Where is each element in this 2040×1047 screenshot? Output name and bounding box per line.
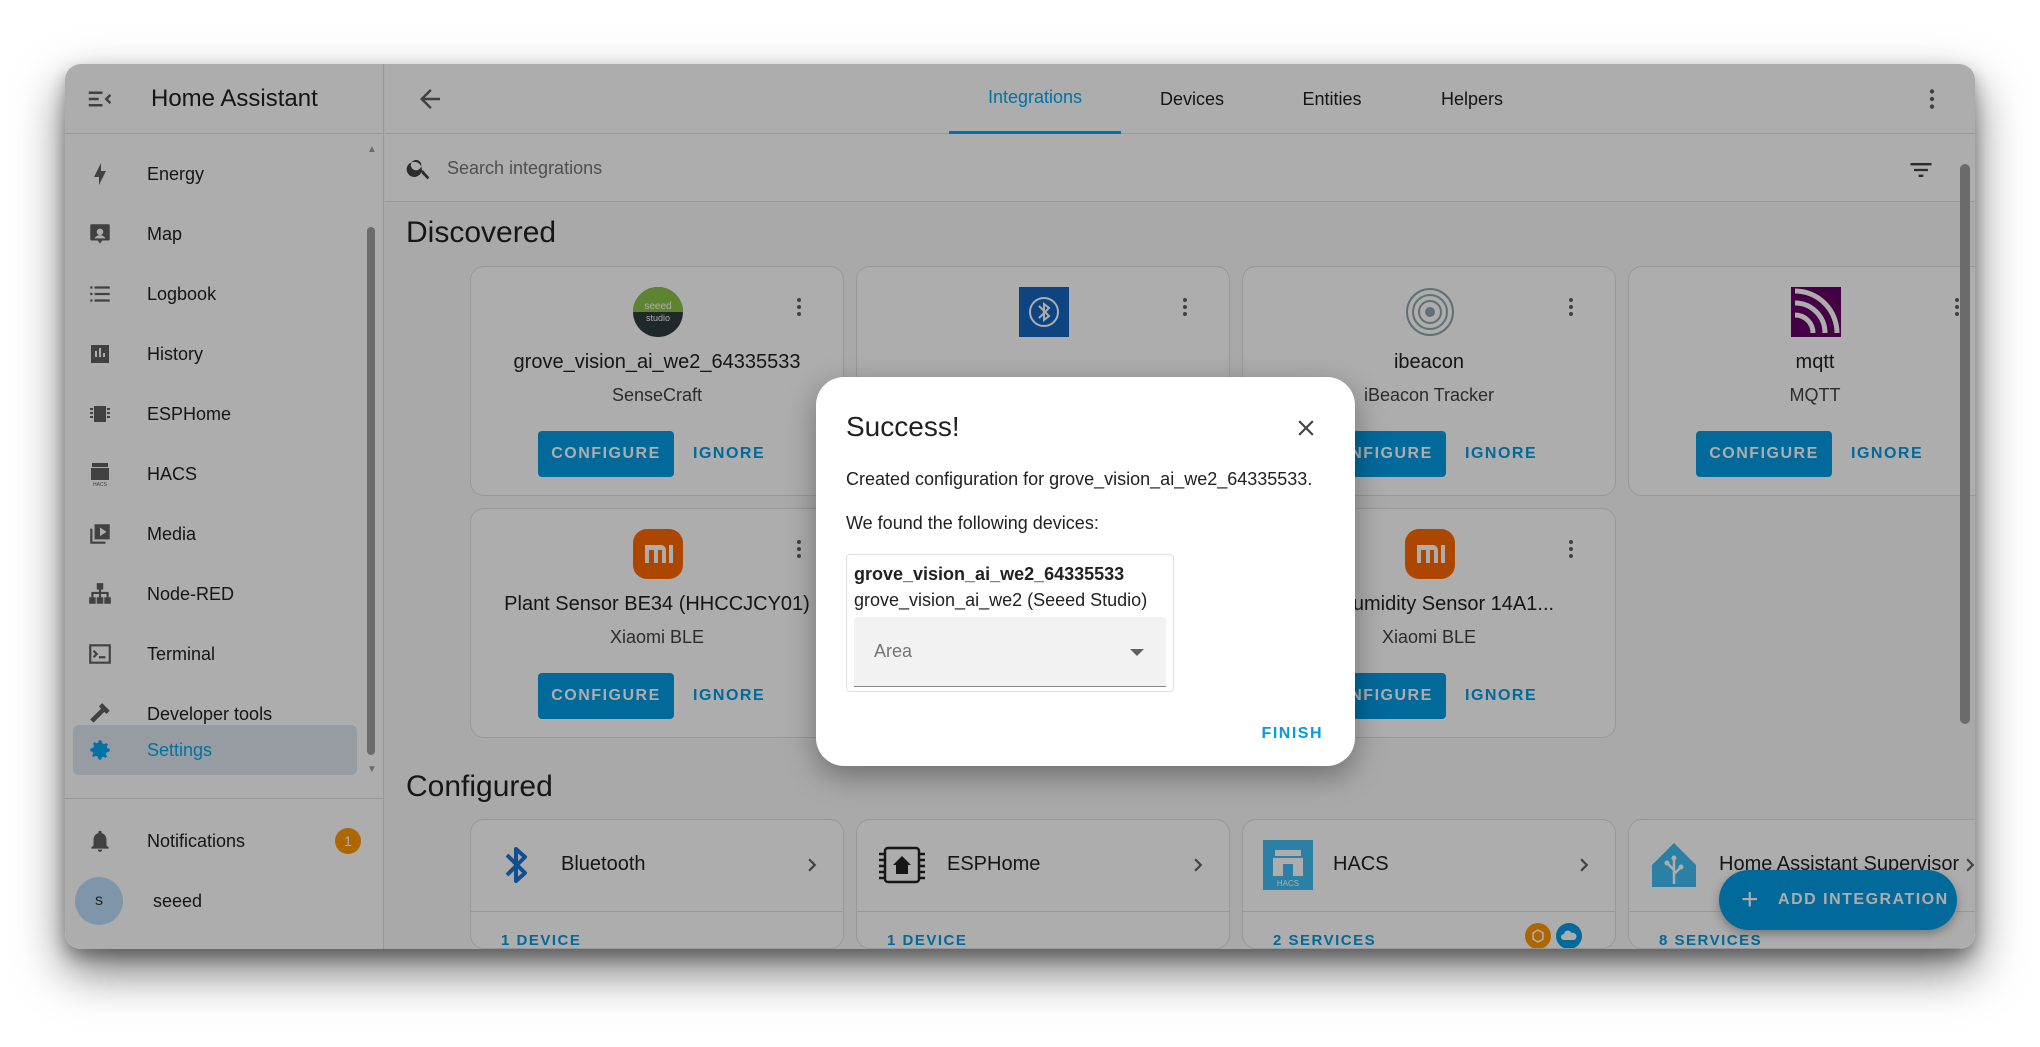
- dropdown-caret-icon: [1130, 649, 1144, 656]
- app-window: Home Assistant Energy Map Logbook Histor…: [65, 64, 1975, 949]
- dialog-message: Created configuration for grove_vision_a…: [846, 469, 1313, 489]
- device-model: grove_vision_ai_we2 (Seeed Studio): [854, 590, 1148, 610]
- device-name: grove_vision_ai_we2_64335533: [854, 564, 1125, 584]
- close-icon[interactable]: [1293, 415, 1319, 441]
- dialog-devices-intro: We found the following devices:: [846, 513, 1099, 533]
- success-dialog: Success! Created configuration for grove…: [816, 377, 1355, 766]
- finish-button[interactable]: FINISH: [1262, 725, 1323, 743]
- device-entry: grove_vision_ai_we2_64335533 grove_visio…: [846, 554, 1174, 692]
- area-select-label: Area: [874, 641, 913, 661]
- dialog-title: Success!: [846, 411, 960, 442]
- area-select[interactable]: Area: [854, 617, 1166, 687]
